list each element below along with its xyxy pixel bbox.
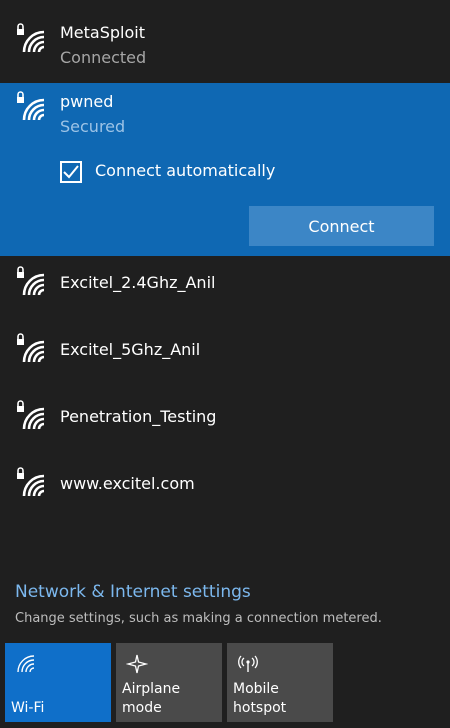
network-name: Excitel_5Ghz_Anil: [60, 340, 201, 359]
checkmark-icon: [63, 165, 79, 179]
mobile-hotspot-tile[interactable]: Mobile hotspot: [227, 643, 333, 722]
tile-label-line2: hotspot: [233, 700, 287, 716]
connect-automatically-label[interactable]: Connect automatically: [95, 161, 275, 180]
network-name: Penetration_Testing: [60, 407, 217, 426]
wifi-secured-icon: [17, 333, 45, 363]
tile-label: Wi-Fi: [11, 700, 45, 716]
tile-label: Mobile hotspot: [233, 680, 286, 718]
network-status: Secured: [60, 117, 126, 136]
airplane-icon: [126, 654, 148, 674]
wifi-secured-icon: [17, 266, 45, 296]
network-name: Excitel_2.4Ghz_Anil: [60, 273, 216, 292]
network-item-penetration-testing[interactable]: Penetration_Testing: [0, 391, 450, 457]
network-name: www.excitel.com: [60, 474, 195, 493]
network-settings-link[interactable]: Network & Internet settings: [15, 582, 251, 602]
network-item-metasploit[interactable]: MetaSploit Connected: [0, 0, 450, 82]
network-name: pwned: [60, 92, 114, 111]
tile-label: Airplane mode: [122, 681, 181, 716]
network-status: Connected: [60, 48, 147, 67]
network-item-pwned[interactable]: pwned Secured Connect automatically Conn…: [0, 83, 450, 256]
hotspot-icon: [238, 655, 258, 672]
network-settings-description: Change settings, such as making a connec…: [15, 611, 382, 626]
airplane-mode-tile[interactable]: Airplane mode: [116, 643, 222, 722]
tile-label-line1: Mobile: [233, 681, 279, 697]
wifi-toggle-tile[interactable]: Wi-Fi: [5, 643, 111, 722]
wifi-secured-icon: [17, 400, 45, 430]
network-item-www-excitel[interactable]: www.excitel.com: [0, 458, 450, 524]
connect-button[interactable]: Connect: [249, 206, 434, 246]
wifi-secured-icon: [17, 91, 45, 121]
network-item-excitel-5ghz[interactable]: Excitel_5Ghz_Anil: [0, 324, 450, 390]
connect-automatically-checkbox[interactable]: [60, 161, 82, 183]
network-item-excitel-2-4ghz[interactable]: Excitel_2.4Ghz_Anil: [0, 257, 450, 323]
wifi-icon: [17, 655, 35, 673]
wifi-secured-icon: [17, 467, 45, 497]
network-name: MetaSploit: [60, 23, 145, 42]
wifi-secured-icon: [17, 23, 45, 53]
